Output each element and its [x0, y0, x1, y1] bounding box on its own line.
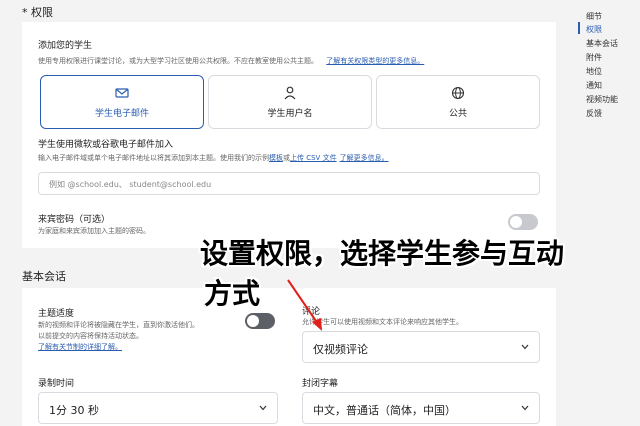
- topic-moderation-toggle-knob: [247, 315, 259, 327]
- option-student-username-label: 学生用户名: [267, 109, 313, 119]
- annotation-line1: 设置权限，选择学生参与互动: [200, 237, 565, 270]
- permissions-heading: * 权限: [22, 6, 53, 19]
- right-nav-item-notifications[interactable]: 通知: [586, 80, 636, 91]
- annotation-arrow-icon: [287, 279, 322, 331]
- option-student-email-label: 学生电子邮件: [94, 109, 149, 119]
- right-nav-item-video-features[interactable]: 视频功能: [586, 94, 636, 105]
- ms-google-title: 学生使用微软或谷歌电子邮件加入: [38, 140, 174, 150]
- right-nav-active-bar: [578, 22, 580, 34]
- record-time-select-value: 1分 30 秒: [49, 404, 99, 417]
- template-link[interactable]: 模板: [269, 154, 283, 162]
- record-time-title: 录制时间: [38, 379, 75, 389]
- add-students-desc: 使用专用权限进行课堂讨论，或为大型学习社区使用公共权限。不应在教室使用公共主题。…: [38, 56, 558, 66]
- record-time-select[interactable]: 1分 30 秒: [38, 392, 278, 424]
- mail-icon: [115, 88, 129, 98]
- upload-csv-link[interactable]: 上传 CSV 文件: [290, 154, 337, 162]
- topic-moderation-desc1: 新的视频和评论将被隐藏在学生，直到你激活他们。: [38, 321, 199, 329]
- email-domain-input[interactable]: 例如 @school.edu、 student@school.edu: [38, 172, 540, 195]
- add-students-title: 添加您的学生: [38, 41, 93, 51]
- guest-password-toggle-knob: [510, 216, 522, 228]
- right-nav-item-status[interactable]: 地位: [586, 66, 636, 77]
- person-icon: [284, 86, 296, 100]
- topic-moderation-title: 主题适度: [38, 309, 75, 319]
- topic-moderation-link[interactable]: 了解有关节制的详细了解。: [38, 342, 122, 352]
- topic-moderation-toggle[interactable]: [245, 313, 275, 329]
- guest-password-desc: 为家庭和来宾添加加入主题的密码。: [38, 227, 150, 235]
- right-nav-item-attachments[interactable]: 附件: [586, 52, 636, 63]
- right-nav-item-details[interactable]: 细节: [586, 11, 636, 22]
- right-nav-item-permissions[interactable]: 权限: [586, 24, 636, 35]
- more-info-link[interactable]: 了解更多信息。: [340, 154, 389, 162]
- annotation-line2: 方式: [204, 277, 261, 310]
- chevron-down-icon: [521, 344, 529, 350]
- captions-select-value: 中文，普通话（简体，中国）: [313, 404, 456, 417]
- topic-moderation-desc2: 以前提交的内容将保持活动状态。: [38, 332, 143, 340]
- globe-icon: [451, 86, 465, 100]
- add-students-desc-text: 使用专用权限进行课堂讨论，或为大型学习社区使用公共权限。不应在教室使用公共主题。: [38, 57, 318, 65]
- chevron-down-icon: [521, 405, 529, 411]
- comments-select-value: 仅视频评论: [313, 343, 368, 356]
- chevron-down-icon: [259, 405, 267, 411]
- basic-session-heading: 基本会话: [22, 270, 66, 283]
- option-public[interactable]: 公共: [376, 75, 540, 129]
- guest-password-title: 来宾密码（可选）: [38, 215, 111, 225]
- upload-connector: 或: [283, 154, 290, 162]
- captions-title: 封闭字幕: [302, 379, 339, 389]
- option-student-email[interactable]: 学生电子邮件: [40, 75, 204, 129]
- comments-select[interactable]: 仅视频评论: [302, 331, 540, 363]
- learn-permissions-link[interactable]: 了解有关权限类型的更多信息。: [326, 57, 424, 65]
- right-nav-item-feedback[interactable]: 反馈: [586, 108, 636, 119]
- right-nav-item-basic-session[interactable]: 基本会话: [586, 38, 636, 49]
- guest-password-toggle[interactable]: [508, 214, 538, 230]
- ms-google-desc-text: 输入电子邮件域或单个电子邮件地址以将其添加到本主题。使用我们的示例: [38, 154, 269, 162]
- ms-google-desc: 输入电子邮件域或单个电子邮件地址以将其添加到本主题。使用我们的示例模板或上传 C…: [38, 153, 389, 163]
- option-public-label: 公共: [448, 109, 467, 119]
- option-student-username[interactable]: 学生用户名: [208, 75, 372, 129]
- captions-select[interactable]: 中文，普通话（简体，中国）: [302, 392, 540, 424]
- email-domain-placeholder: 例如 @school.edu、 student@school.edu: [49, 180, 212, 189]
